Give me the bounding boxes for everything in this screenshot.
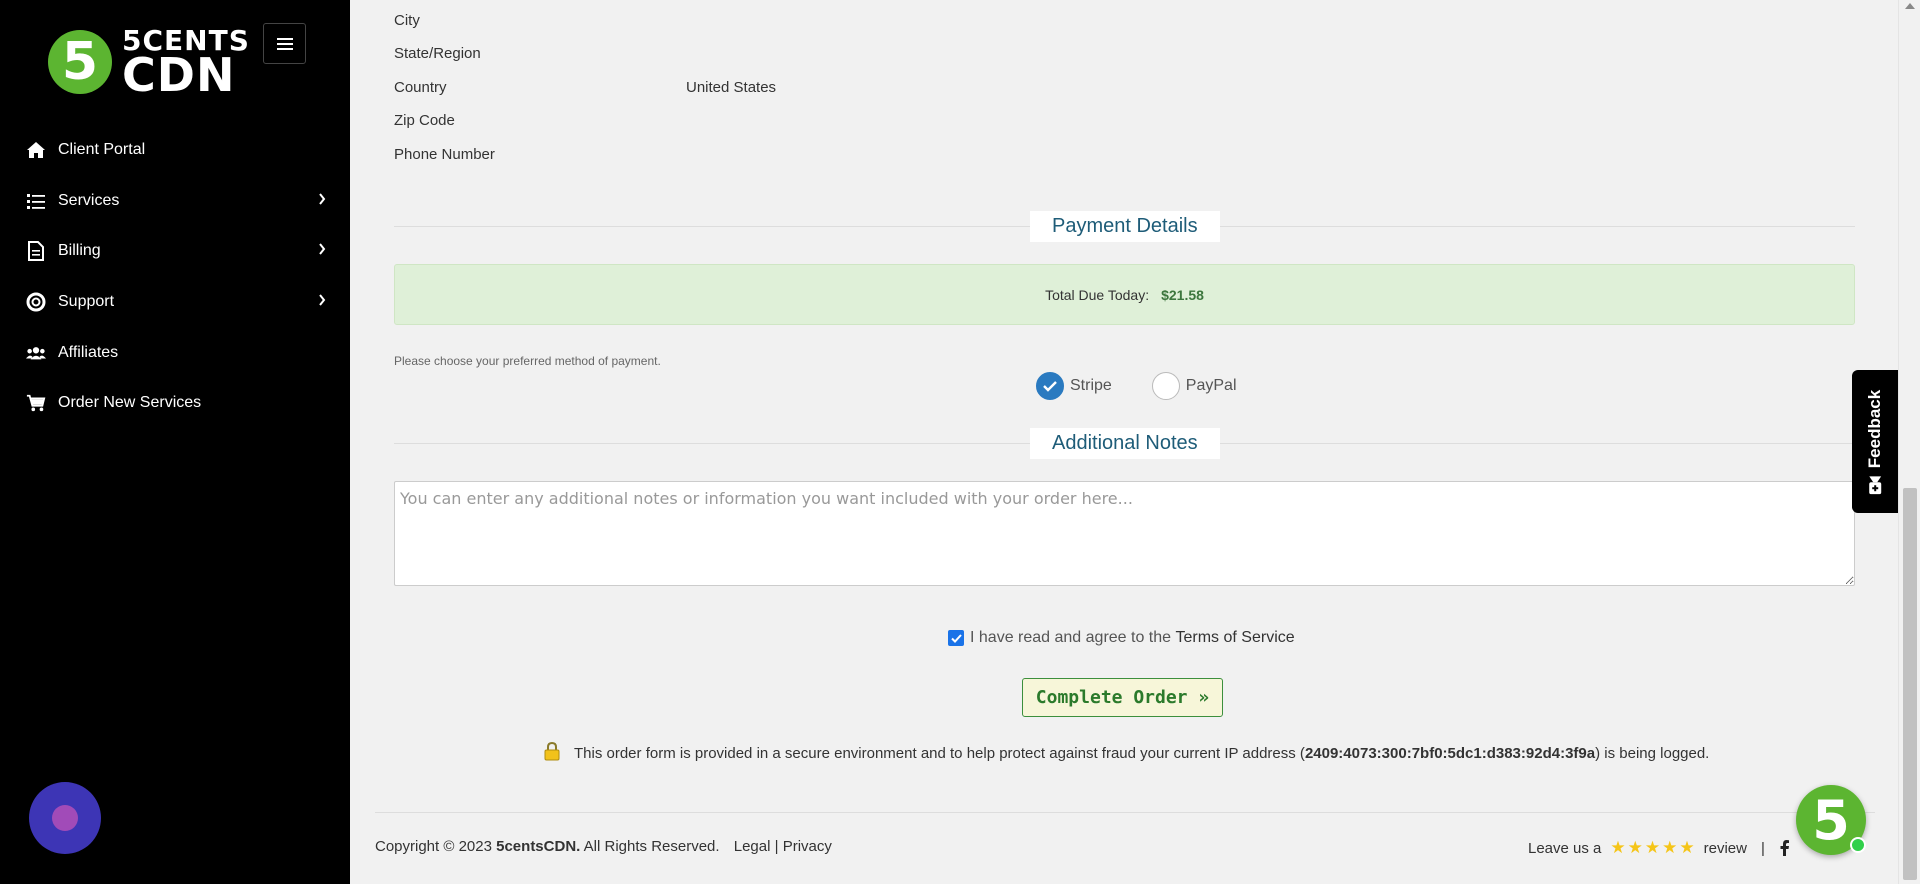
scroll-up-arrow-icon[interactable]: [1905, 3, 1915, 9]
chevron-right-icon: [318, 242, 326, 260]
star-icon: ★: [1644, 838, 1661, 857]
payment-details-title: Payment Details: [1030, 211, 1220, 242]
star-icon: ★: [1627, 838, 1643, 857]
hamburger-icon: [276, 37, 293, 50]
page-scrollbar[interactable]: [1898, 0, 1920, 884]
check-icon: [950, 633, 962, 643]
users-icon: [26, 343, 46, 363]
star-icon: ★: [1662, 838, 1678, 857]
country-value: United States: [686, 79, 777, 96]
stripe-radio[interactable]: [1036, 372, 1064, 400]
online-status-dot: [1850, 837, 1866, 853]
privacy-link[interactable]: Privacy: [783, 838, 832, 855]
payment-option-paypal[interactable]: PayPal: [1151, 372, 1237, 400]
terms-checkbox[interactable]: [948, 630, 964, 646]
ip-address: 2409:4073:300:7bf0:5dc1:d383:92d4:3f9a: [1304, 745, 1596, 762]
copyright-text: Copyright © 2023: [375, 838, 492, 855]
additional-notes-textarea[interactable]: [394, 481, 1855, 586]
sidebar-item-client-portal[interactable]: Client Portal: [0, 125, 350, 176]
country-label: Country: [394, 79, 447, 96]
star-icon: ★: [1679, 838, 1695, 857]
padlock-icon: [544, 741, 560, 765]
badge-mark: 5: [1812, 788, 1850, 852]
total-due-box: Total Due Today: $21.58: [394, 264, 1855, 325]
footer-copyright: Copyright © 2023 5centsCDN. All Rights R…: [375, 838, 832, 855]
sidebar-item-label: Support: [58, 293, 115, 311]
city-label: City: [394, 12, 420, 29]
checkout-main: City State/Region Country United States …: [350, 0, 1898, 884]
terms-text: I have read and agree to the: [970, 629, 1172, 646]
additional-notes-title: Additional Notes: [1030, 428, 1220, 459]
sidebar-item-label: Billing: [58, 242, 101, 260]
facebook-icon[interactable]: [1779, 840, 1789, 856]
lifebuoy-icon: [26, 292, 46, 312]
sidebar-item-label: Services: [58, 191, 120, 209]
sidebar-item-label: Client Portal: [58, 141, 146, 159]
sidebar-item-services[interactable]: Services: [0, 176, 350, 227]
video-camera-icon: [1869, 475, 1882, 494]
footer-review: Leave us a ★ ★ ★ ★ ★ review |: [1528, 838, 1789, 858]
home-icon: [26, 140, 46, 160]
sidebar-item-order-new-services[interactable]: Order New Services: [0, 378, 350, 429]
logo-text: 5CENTS CDN: [122, 27, 250, 102]
phone-label: Phone Number: [394, 146, 495, 163]
sidebar-item-support[interactable]: Support: [0, 277, 350, 328]
chevron-right-icon: [318, 192, 326, 210]
chat-icon: [52, 805, 78, 831]
sidebar-item-billing[interactable]: Billing: [0, 226, 350, 277]
rights-text: All Rights Reserved.: [583, 838, 720, 855]
total-due-amount: $21.58: [1161, 286, 1204, 303]
cart-icon: [26, 393, 46, 413]
security-notice: This order form is provided in a secure …: [544, 741, 1710, 765]
stripe-label: Stripe: [1070, 377, 1112, 394]
zip-label: Zip Code: [394, 112, 455, 129]
chevron-right-icon: [318, 293, 326, 311]
review-suffix: review: [1703, 839, 1747, 857]
star-icon: ★: [1610, 838, 1626, 857]
company-name: 5centsCDN.: [496, 838, 581, 855]
complete-order-button[interactable]: Complete Order »: [1022, 678, 1223, 717]
brand-logo[interactable]: 5 5CENTS CDN: [48, 27, 250, 102]
document-icon: [26, 241, 46, 262]
feedback-tab[interactable]: Feedback: [1852, 370, 1899, 513]
total-due-label: Total Due Today:: [1045, 286, 1150, 303]
logo-line-2: CDN: [122, 47, 236, 102]
feedback-label: Feedback: [1865, 389, 1885, 468]
payment-method-group: Stripe PayPal: [1036, 372, 1277, 400]
chat-launcher-button[interactable]: [29, 782, 101, 854]
security-text-after: ) is being logged.: [1595, 745, 1710, 762]
payment-option-stripe[interactable]: Stripe: [1036, 372, 1112, 400]
logo-mark: 5: [48, 30, 112, 95]
social-links: [1779, 840, 1789, 856]
security-text-before: This order form is provided in a secure …: [574, 745, 1305, 762]
review-separator: |: [1761, 839, 1765, 857]
list-icon: [26, 191, 46, 211]
review-stars[interactable]: ★ ★ ★ ★ ★: [1609, 838, 1695, 858]
sidebar-item-label: Affiliates: [58, 343, 119, 361]
sidebar-item-label: Order New Services: [58, 394, 202, 412]
paypal-radio[interactable]: [1151, 372, 1180, 400]
state-label: State/Region: [394, 45, 481, 62]
menu-toggle-button[interactable]: [263, 23, 306, 64]
legal-link[interactable]: Legal: [734, 838, 771, 855]
footer-divider: [375, 812, 1875, 813]
paypal-label: PayPal: [1185, 377, 1237, 394]
scrollbar-thumb[interactable]: [1903, 488, 1917, 880]
payment-method-hint: Please choose your preferred method of p…: [394, 354, 661, 368]
terms-agreement: I have read and agree to the Terms of Se…: [948, 629, 1295, 647]
support-badge-button[interactable]: 5: [1796, 785, 1866, 855]
sidebar-item-affiliates[interactable]: Affiliates: [0, 327, 350, 378]
sidebar: 5 5CENTS CDN Client Portal Services Bill…: [0, 0, 350, 884]
review-prefix: Leave us a: [1528, 839, 1602, 857]
footer-separator: |: [774, 838, 779, 855]
sidebar-nav: Client Portal Services Billing Support A…: [0, 125, 350, 429]
check-icon: [1043, 381, 1057, 392]
terms-of-service-link[interactable]: Terms of Service: [1176, 629, 1295, 647]
